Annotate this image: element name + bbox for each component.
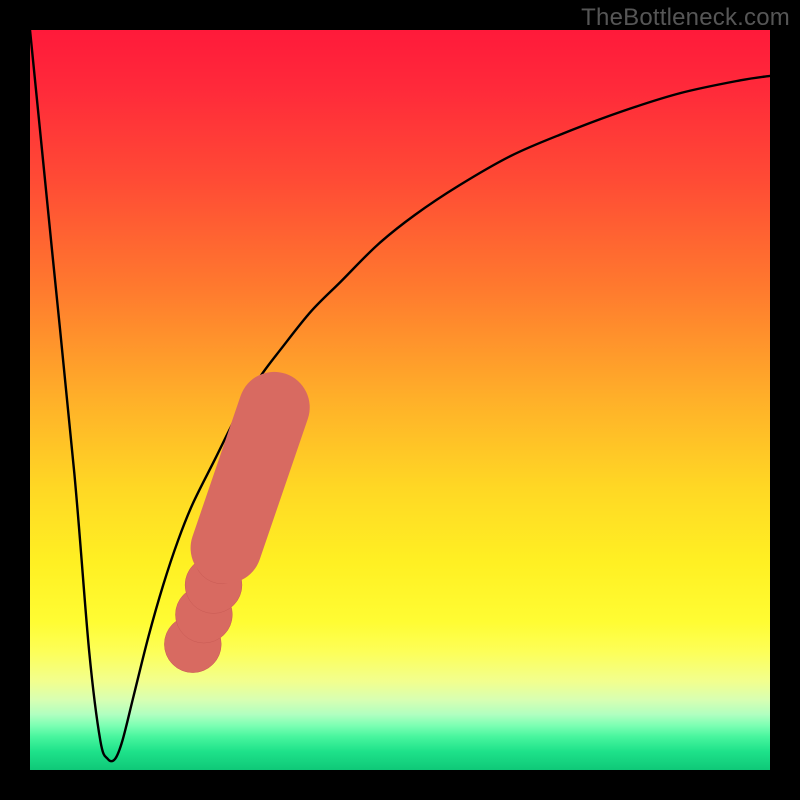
chart-frame: TheBottleneck.com — [0, 0, 800, 800]
bottleneck-curve — [30, 30, 770, 761]
curve-layer — [30, 30, 770, 770]
plot-area — [30, 30, 770, 770]
watermark-text: TheBottleneck.com — [581, 4, 790, 32]
marker-segment — [226, 407, 274, 548]
marker-group — [164, 407, 274, 672]
